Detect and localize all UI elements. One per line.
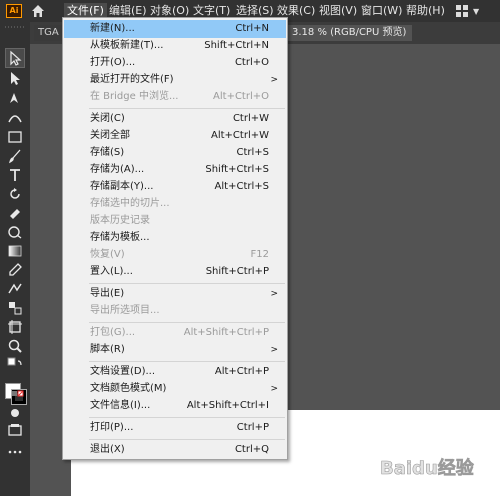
- chevron-right-icon: >: [270, 345, 278, 355]
- menu-separator: [89, 439, 285, 440]
- menu-window[interactable]: 窗口(W): [358, 3, 405, 19]
- menu-item-document-color-mode[interactable]: 文档颜色模式(M) >: [64, 380, 286, 398]
- default-colors-icon[interactable]: [7, 357, 23, 373]
- direct-selection-tool-icon[interactable]: [7, 70, 23, 86]
- menu-separator: [89, 361, 285, 362]
- type-tool-icon[interactable]: [7, 167, 23, 183]
- rotate-tool-icon[interactable]: [7, 186, 23, 202]
- app-logo-icon: Ai: [6, 4, 22, 18]
- menu-item-document-setup[interactable]: 文档设置(D)... Alt+Ctrl+P: [64, 363, 286, 381]
- menu-separator: [89, 108, 285, 109]
- baidu-jingyan-watermark: Baidu经验: [380, 457, 475, 480]
- home-icon[interactable]: [31, 4, 45, 18]
- menu-help[interactable]: 帮助(H): [403, 3, 448, 19]
- menu-item-close[interactable]: 关闭(C) Ctrl+W: [64, 110, 286, 128]
- menu-item-close-all[interactable]: 关闭全部 Alt+Ctrl+W: [64, 127, 286, 145]
- menu-view[interactable]: 视图(V): [316, 3, 360, 19]
- menu-item-file-info[interactable]: 文件信息(I)... Alt+Shift+Ctrl+I: [64, 397, 286, 415]
- menu-item-package: 打包(G)... Alt+Shift+Ctrl+P: [90, 327, 269, 338]
- menu-item-place[interactable]: 置入(L)... Shift+Ctrl+P: [64, 263, 286, 281]
- gradient-tool-icon[interactable]: [7, 243, 23, 259]
- live-paint-tool-icon[interactable]: [7, 300, 23, 316]
- menu-item-save-as-template[interactable]: 存储为模板...: [64, 229, 286, 247]
- menu-item-browse-in-bridge: 在 Bridge 中浏览... Alt+Ctrl+O: [90, 91, 269, 102]
- menu-item-save[interactable]: 存储(S) Ctrl+S: [64, 144, 286, 162]
- menu-separator: [89, 283, 285, 284]
- menu-item-print[interactable]: 打印(P)... Ctrl+P: [64, 419, 286, 437]
- menu-item-save-selected-slices: 存储选中的切片...: [90, 198, 170, 209]
- rectangle-tool-icon[interactable]: [7, 129, 23, 145]
- tab-document-2[interactable]: 3.18 % (RGB/CPU 预览): [286, 25, 413, 41]
- eraser-tool-icon[interactable]: [7, 205, 23, 221]
- chevron-right-icon: >: [270, 75, 278, 85]
- menu-item-export-selection: 导出所选项目...: [90, 305, 160, 316]
- chevron-right-icon: >: [270, 289, 278, 299]
- chevron-right-icon: >: [270, 384, 278, 394]
- eyedropper-tool-icon[interactable]: [7, 262, 23, 278]
- color-mode-icons[interactable]: [6, 389, 24, 405]
- menu-item-new-from-template[interactable]: 从模板新建(T)... Shift+Ctrl+N: [64, 37, 286, 55]
- menu-item-revert: 恢复(V) F12: [90, 249, 269, 260]
- curvature-tool-icon[interactable]: [7, 110, 23, 126]
- blend-tool-icon[interactable]: [7, 281, 23, 297]
- zoom-tool-icon[interactable]: [7, 338, 23, 354]
- menu-item-scripts[interactable]: 脚本(R) >: [64, 341, 286, 359]
- menu-item-save-as[interactable]: 存储为(A)... Shift+Ctrl+S: [64, 161, 286, 179]
- menu-item-recent-files[interactable]: 最近打开的文件(F) >: [64, 71, 286, 89]
- tools-panel: [0, 22, 30, 496]
- workspace-layout-icon[interactable]: [456, 5, 468, 17]
- menu-item-open[interactable]: 打开(O)... Ctrl+O: [64, 54, 286, 72]
- tab-document-1[interactable]: TGA: [34, 25, 63, 41]
- artboard-tool-icon[interactable]: [7, 319, 23, 335]
- menu-item-new[interactable]: 新建(N)... Ctrl+N: [64, 20, 286, 38]
- drawing-modes-icon[interactable]: [7, 405, 23, 421]
- menu-item-save-copy[interactable]: 存储副本(Y)... Alt+Ctrl+S: [64, 178, 286, 196]
- warp-tool-icon[interactable]: [7, 224, 23, 240]
- chevron-down-icon[interactable]: ▼: [473, 7, 479, 16]
- menu-separator: [89, 322, 285, 323]
- panel-grip-icon[interactable]: [3, 25, 27, 29]
- menu-item-export[interactable]: 导出(E) >: [64, 285, 286, 303]
- watermark-text: Baidu经验: [380, 457, 475, 479]
- pen-tool-icon[interactable]: [7, 90, 23, 106]
- menu-separator: [89, 417, 285, 418]
- menu-item-version-history: 版本历史记录: [90, 215, 150, 226]
- selection-tool-icon[interactable]: [5, 48, 25, 68]
- screen-mode-icon[interactable]: [7, 422, 23, 438]
- file-menu-dropdown: 新建(N)... Ctrl+N 从模板新建(T)... Shift+Ctrl+N 打…: [62, 17, 288, 460]
- more-tools-icon[interactable]: [7, 444, 23, 460]
- menu-item-exit[interactable]: 退出(X) Ctrl+Q: [64, 441, 286, 459]
- paintbrush-tool-icon[interactable]: [7, 148, 23, 164]
